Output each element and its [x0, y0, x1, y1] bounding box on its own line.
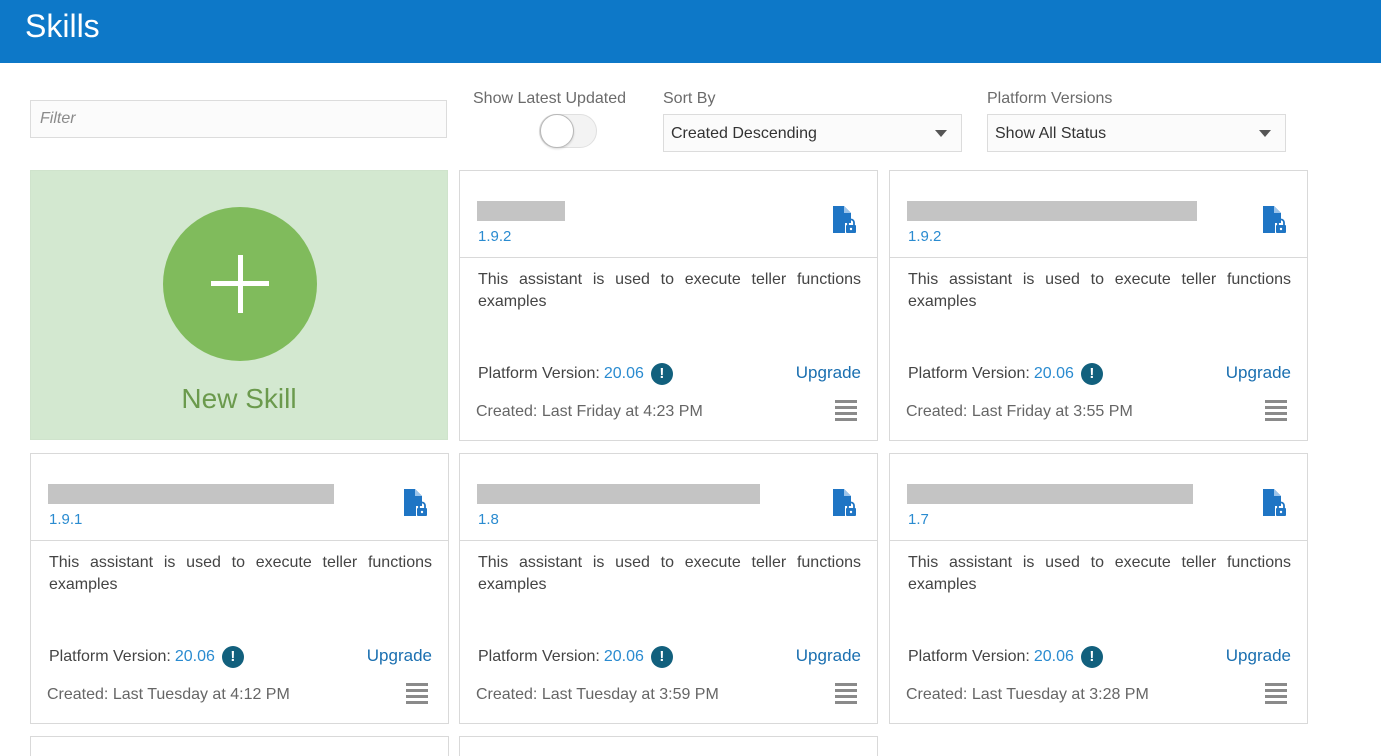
show-latest-toggle[interactable]	[539, 114, 597, 148]
toggle-knob	[540, 114, 574, 148]
plus-icon	[163, 207, 317, 361]
skill-card-header: 1.8	[460, 454, 877, 541]
skill-card-header: 1.9.2	[890, 171, 1307, 258]
skill-card[interactable]: 1.9.1 This assistant is used to execute …	[30, 453, 449, 724]
upgrade-link[interactable]: Upgrade	[1226, 363, 1291, 383]
platform-version-row: Platform Version: 20.06 !	[478, 646, 673, 668]
skill-card-header: 1.9.2	[460, 171, 877, 258]
platform-versions-select[interactable]: Show All Status	[987, 114, 1286, 152]
skill-card[interactable]: 1.8 This assistant is used to execute te…	[459, 453, 878, 724]
redacted-skill-name	[477, 201, 565, 221]
platform-version-label: Platform Version:	[478, 365, 600, 382]
sort-by-select[interactable]: Created Descending	[663, 114, 962, 152]
skill-card[interactable]: 1.7 This assistant is used to execute te…	[889, 453, 1308, 724]
show-latest-label: Show Latest Updated	[473, 90, 626, 107]
redacted-skill-name	[907, 201, 1197, 221]
document-lock-icon[interactable]	[401, 488, 429, 518]
skill-card-header: 1.7	[890, 454, 1307, 541]
upgrade-link[interactable]: Upgrade	[796, 363, 861, 383]
platform-version-value: 20.06	[174, 648, 215, 665]
skill-version: 1.9.2	[478, 228, 512, 245]
new-skill-button[interactable]: New Skill	[30, 170, 448, 440]
platform-version-row: Platform Version: 20.06 !	[908, 646, 1103, 668]
skill-description: This assistant is used to execute teller…	[478, 554, 861, 593]
skill-description: This assistant is used to execute teller…	[908, 554, 1291, 593]
hamburger-menu-icon[interactable]	[1265, 683, 1287, 704]
platform-version-value: 20.06	[1033, 365, 1074, 382]
platform-version-label: Platform Version:	[478, 648, 600, 665]
sort-by-value: Created Descending	[671, 125, 817, 142]
document-lock-icon[interactable]	[1260, 488, 1288, 518]
hamburger-menu-icon[interactable]	[1265, 400, 1287, 421]
redacted-skill-name	[907, 484, 1193, 504]
skill-version: 1.7	[908, 511, 929, 528]
platform-versions-value: Show All Status	[995, 125, 1107, 142]
upgrade-link[interactable]: Upgrade	[796, 646, 861, 666]
document-lock-icon[interactable]	[830, 488, 858, 518]
created-timestamp: Created: Last Friday at 4:23 PM	[476, 403, 703, 420]
exclamation-icon[interactable]: !	[650, 363, 673, 385]
exclamation-icon[interactable]: !	[221, 646, 244, 668]
skill-card-header: 1.9.1	[31, 454, 448, 541]
platform-version-row: Platform Version: 20.06 !	[49, 646, 244, 668]
chevron-down-icon	[935, 130, 947, 137]
created-timestamp: Created: Last Tuesday at 4:12 PM	[47, 686, 290, 703]
skill-version: 1.9.2	[908, 228, 942, 245]
platform-version-row: Platform Version: 20.06 !	[908, 363, 1103, 385]
created-timestamp: Created: Last Friday at 3:55 PM	[906, 403, 1133, 420]
redacted-skill-name	[48, 484, 334, 504]
app-header: Skills	[0, 0, 1381, 63]
new-skill-label: New Skill	[181, 383, 297, 414]
created-timestamp: Created: Last Tuesday at 3:28 PM	[906, 686, 1149, 703]
platform-version-value: 20.06	[603, 365, 644, 382]
skill-version: 1.9.1	[49, 511, 83, 528]
platform-version-label: Platform Version:	[908, 365, 1030, 382]
exclamation-icon[interactable]: !	[1080, 646, 1103, 668]
platform-version-label: Platform Version:	[49, 648, 171, 665]
chevron-down-icon	[1259, 130, 1271, 137]
hamburger-menu-icon[interactable]	[835, 683, 857, 704]
platform-version-row: Platform Version: 20.06 !	[478, 363, 673, 385]
skill-description: This assistant is used to execute teller…	[49, 554, 432, 593]
hamburger-menu-icon[interactable]	[406, 683, 428, 704]
skill-card-partial	[459, 736, 878, 756]
document-lock-icon[interactable]	[1260, 205, 1288, 235]
skill-card-partial	[30, 736, 449, 756]
upgrade-link[interactable]: Upgrade	[367, 646, 432, 666]
hamburger-menu-icon[interactable]	[835, 400, 857, 421]
redacted-skill-name	[477, 484, 760, 504]
platform-version-value: 20.06	[603, 648, 644, 665]
platform-version-label: Platform Version:	[908, 648, 1030, 665]
skill-version: 1.8	[478, 511, 499, 528]
sort-by-label: Sort By	[663, 90, 716, 107]
skill-card[interactable]: 1.9.2 This assistant is used to execute …	[889, 170, 1308, 441]
skill-card[interactable]: 1.9.2 This assistant is used to execute …	[459, 170, 878, 441]
platform-versions-label: Platform Versions	[987, 90, 1113, 107]
page-title: Skills	[25, 8, 100, 44]
filter-input[interactable]	[30, 100, 447, 138]
upgrade-link[interactable]: Upgrade	[1226, 646, 1291, 666]
skill-description: This assistant is used to execute teller…	[478, 271, 861, 310]
created-timestamp: Created: Last Tuesday at 3:59 PM	[476, 686, 719, 703]
exclamation-icon[interactable]: !	[1080, 363, 1103, 385]
document-lock-icon[interactable]	[830, 205, 858, 235]
exclamation-icon[interactable]: !	[650, 646, 673, 668]
skill-description: This assistant is used to execute teller…	[908, 271, 1291, 310]
platform-version-value: 20.06	[1033, 648, 1074, 665]
